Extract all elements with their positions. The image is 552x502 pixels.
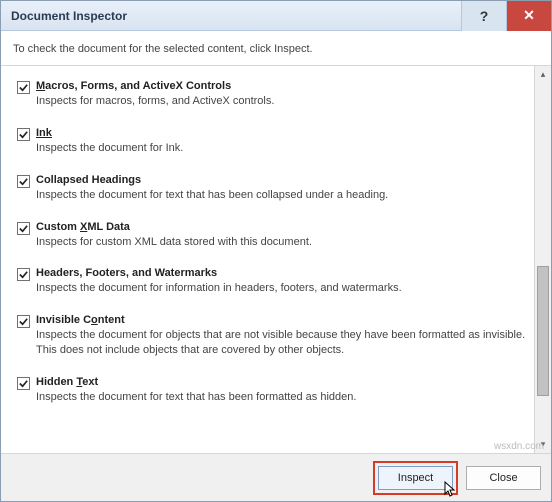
item-title: Ink [36,127,526,139]
checkbox-xml[interactable] [17,222,30,235]
item-title: Headers, Footers, and Watermarks [36,267,526,279]
close-x-button[interactable]: ✕ [506,1,551,31]
item-desc: Inspects for custom XML data stored with… [36,235,526,250]
item-desc: Inspects the document for information in… [36,281,526,296]
checkbox-collapsed[interactable] [17,175,30,188]
help-button[interactable]: ? [461,1,506,31]
close-button[interactable]: Close [466,466,541,490]
item-xml: Custom XML Data Inspects for custom XML … [11,213,532,260]
scroll-thumb[interactable] [537,266,549,396]
item-desc: Inspects the document for text that has … [36,390,526,405]
titlebar: Document Inspector ? ✕ [1,1,551,31]
item-ink: Ink Inspects the document for Ink. [11,119,532,166]
scroll-up-arrow[interactable]: ▴ [535,66,551,83]
dialog-title: Document Inspector [11,9,461,23]
item-invisible: Invisible Content Inspects the document … [11,306,532,368]
checkbox-invisible[interactable] [17,315,30,328]
item-hidden: Hidden Text Inspects the document for te… [11,368,532,415]
checkbox-macros[interactable] [17,81,30,94]
item-title: Macros, Forms, and ActiveX Controls [36,80,526,92]
content-area: Macros, Forms, and ActiveX Controls Insp… [1,66,551,453]
inspection-list: Macros, Forms, and ActiveX Controls Insp… [1,66,534,453]
inspect-button[interactable]: Inspect [378,466,453,490]
item-title: Invisible Content [36,314,526,326]
watermark: wsxdn.com [494,441,544,452]
item-desc: Inspects the document for objects that a… [36,328,526,358]
inspect-highlight: Inspect [373,461,458,495]
item-title: Collapsed Headings [36,174,526,186]
instruction-text: To check the document for the selected c… [1,31,551,66]
dialog-footer: Inspect Close [1,453,551,501]
item-desc: Inspects the document for text that has … [36,188,526,203]
item-desc: Inspects for macros, forms, and ActiveX … [36,94,526,109]
item-title: Hidden Text [36,376,526,388]
item-collapsed: Collapsed Headings Inspects the document… [11,166,532,213]
cursor-icon [444,481,458,499]
item-title: Custom XML Data [36,221,526,233]
item-macros: Macros, Forms, and ActiveX Controls Insp… [11,72,532,119]
item-desc: Inspects the document for Ink. [36,141,526,156]
checkbox-ink[interactable] [17,128,30,141]
scrollbar[interactable]: ▴ ▾ [534,66,551,453]
checkbox-headers[interactable] [17,268,30,281]
item-headers: Headers, Footers, and Watermarks Inspect… [11,259,532,306]
checkbox-hidden[interactable] [17,377,30,390]
document-inspector-dialog: Document Inspector ? ✕ To check the docu… [0,0,552,502]
